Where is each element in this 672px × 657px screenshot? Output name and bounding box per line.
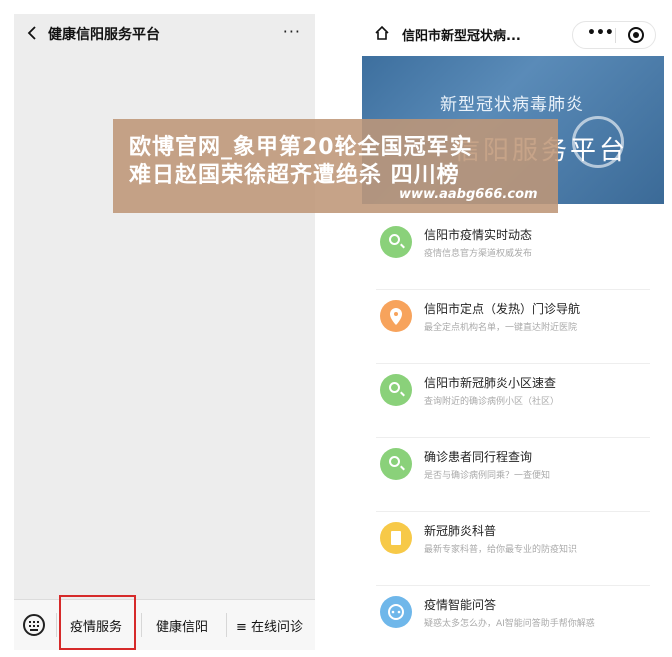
item-title: 信阳市定点（发热）门诊导航 (424, 302, 581, 316)
item-subtitle: 是否与确诊病例同乘？一查便知 (424, 471, 551, 481)
page-title: 健康信阳服务平台 (48, 27, 160, 43)
watermark-overlay: 欧博官网_象甲第20轮全国冠军实 难日赵国荣徐超齐遭绝杀 四川榜 www.aab… (113, 119, 558, 213)
tab-highlight-box (59, 595, 136, 650)
item-title: 信阳市疫情实时动态 (424, 228, 533, 242)
service-list: 信阳市疫情实时动态 疫情信息官方渠道权威发布 信阳市定点（发热）门诊导航 最全定… (376, 216, 650, 657)
more-options-icon[interactable]: ··· (283, 22, 301, 41)
tab-divider (226, 613, 227, 637)
more-options-icon[interactable]: ••• (587, 25, 614, 41)
list-item[interactable]: 新冠肺炎科普 最新专家科普，给你最专业的防疫知识 (376, 512, 650, 586)
left-phone-screen: 健康信阳服务平台 ··· 疫情服务 健康信阳 ≡ 在线问诊 (14, 14, 315, 650)
list-item[interactable]: 信阳市疫情实时动态 疫情信息官方渠道权威发布 (376, 216, 650, 290)
watermark-url: www.aabg666.com (399, 187, 538, 202)
item-title: 新冠肺炎科普 (424, 524, 497, 538)
capsule-divider (615, 28, 616, 43)
list-item[interactable]: 疫情智能问答 疑惑太多怎么办，AI智能问答助手帮你解惑 (376, 586, 650, 657)
home-icon[interactable] (374, 25, 390, 41)
search-icon (380, 448, 412, 480)
stethoscope-icon (572, 116, 624, 168)
item-title: 确诊患者同行程查询 (424, 450, 533, 464)
search-icon (380, 374, 412, 406)
keyboard-icon[interactable] (23, 614, 45, 636)
book-icon (380, 522, 412, 554)
mini-program-capsule: ••• (572, 21, 656, 49)
tab-online-consultation[interactable]: ≡ 在线问诊 (236, 616, 303, 635)
item-subtitle: 最新专家科普，给你最专业的防疫知识 (424, 545, 578, 555)
location-pin-icon (380, 300, 412, 332)
chat-bot-icon (380, 596, 412, 628)
back-arrow-icon[interactable] (24, 24, 42, 42)
right-phone-screen: 信阳市新型冠状病... ••• 新型冠状病毒肺炎 信阳服务平台 信阳市疫情实时动… (362, 14, 664, 657)
item-subtitle: 疫情信息官方渠道权威发布 (424, 249, 533, 259)
mini-program-title: 信阳市新型冠状病... (402, 29, 521, 44)
close-target-icon[interactable] (628, 27, 644, 43)
bottom-menu-bar: 疫情服务 健康信阳 ≡ 在线问诊 (14, 595, 315, 650)
item-subtitle: 疑惑太多怎么办，AI智能问答助手帮你解惑 (424, 619, 595, 629)
list-item[interactable]: 信阳市定点（发热）门诊导航 最全定点机构名单，一键直达附近医院 (376, 290, 650, 364)
list-item[interactable]: 确诊患者同行程查询 是否与确诊病例同乘？一查便知 (376, 438, 650, 512)
left-top-bar: 健康信阳服务平台 ··· (14, 14, 315, 54)
banner-subtitle: 新型冠状病毒肺炎 (440, 95, 584, 115)
list-item[interactable]: 信阳市新冠肺炎小区速查 查询附近的确诊病例小区（社区） (376, 364, 650, 438)
tab-health-xinyang[interactable]: 健康信阳 (156, 616, 208, 635)
item-title: 疫情智能问答 (424, 598, 497, 612)
item-title: 信阳市新冠肺炎小区速查 (424, 376, 557, 390)
right-top-bar: 信阳市新型冠状病... ••• (362, 14, 664, 56)
item-subtitle: 查询附近的确诊病例小区（社区） (424, 397, 560, 407)
item-subtitle: 最全定点机构名单，一键直达附近医院 (424, 323, 578, 333)
search-icon (380, 226, 412, 258)
watermark-line-2: 难日赵国荣徐超齐遭绝杀 四川榜 (129, 163, 460, 188)
tab-divider (141, 613, 142, 637)
tab-divider (56, 613, 57, 637)
